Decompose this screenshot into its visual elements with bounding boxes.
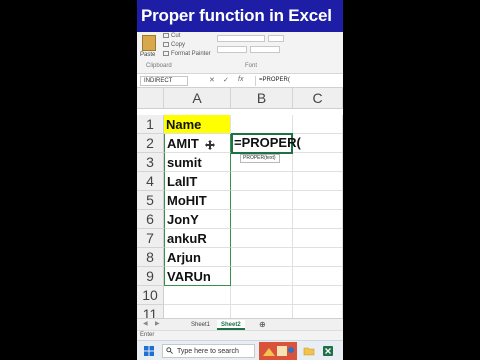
cell-a3[interactable]: sumit [164, 153, 231, 172]
cut-button[interactable]: Cut [163, 33, 180, 39]
function-tooltip: PROPER(text) [240, 154, 280, 163]
cell-a5[interactable]: MoHIT [164, 191, 231, 210]
cell-c6[interactable] [293, 210, 343, 229]
cell-b2-formula: =PROPER( [234, 135, 301, 150]
row-header-7[interactable]: 7 [137, 229, 164, 248]
cell-c4[interactable] [293, 172, 343, 191]
tab-scroll-right-icon[interactable]: ▶ [155, 320, 160, 327]
cell-c3[interactable] [293, 153, 343, 172]
cell-a2[interactable]: AMIT [164, 134, 231, 153]
font-group-label: Font [245, 63, 258, 69]
column-header-b[interactable]: B [231, 88, 293, 109]
copy-label: Copy [171, 42, 186, 49]
clipboard-group-label: Clipboard [146, 63, 172, 69]
cell-c7[interactable] [293, 229, 343, 248]
cell-b4[interactable] [231, 172, 293, 191]
paste-icon[interactable] [142, 35, 156, 51]
banner-title: Proper function in Excel [141, 6, 332, 25]
font-name-dropdown[interactable] [217, 35, 265, 42]
worksheet-grid: A B C 1 2 3 4 5 6 7 8 9 10 11 Name AMIT … [137, 88, 343, 324]
enter-icon[interactable]: ✓ [223, 76, 229, 84]
windows-start-icon[interactable] [144, 346, 154, 356]
cell-c9[interactable] [293, 267, 343, 286]
format-painter-label: Format Painter [171, 51, 211, 58]
row-header-5[interactable]: 5 [137, 191, 164, 210]
copy-icon [163, 42, 169, 47]
cell-a8[interactable]: Arjun [164, 248, 231, 267]
column-header-c[interactable]: C [293, 88, 343, 109]
sheet-tabs-bar: ◀ ▶ Sheet1 Sheet2 ⊕ [137, 318, 343, 330]
add-sheet-button[interactable]: ⊕ [255, 320, 270, 330]
paste-button[interactable]: Paste [140, 52, 155, 58]
cell-c10[interactable] [293, 286, 343, 305]
insert-function-icon[interactable]: fx [238, 76, 243, 83]
cell-a10[interactable] [164, 286, 231, 305]
brush-icon [163, 51, 169, 56]
formula-input[interactable]: =PROPER( [255, 76, 341, 86]
file-explorer-icon[interactable] [303, 345, 315, 357]
cell-c5[interactable] [293, 191, 343, 210]
title-banner: Proper function in Excel [137, 0, 343, 32]
cancel-icon[interactable]: ✕ [209, 76, 215, 84]
tab-sheet1[interactable]: Sheet1 [187, 320, 214, 330]
row-header-2[interactable]: 2 [137, 134, 164, 153]
search-icon [166, 347, 173, 354]
font-style-buttons[interactable] [217, 46, 247, 53]
formula-bar: INDIRECT ✕ ✓ fx =PROPER( [137, 74, 343, 88]
taskbar: Type here to search [137, 340, 343, 360]
cell-b5[interactable] [231, 191, 293, 210]
cell-a6[interactable]: JonY [164, 210, 231, 229]
row-header-6[interactable]: 6 [137, 210, 164, 229]
cell-b7[interactable] [231, 229, 293, 248]
copy-button[interactable]: Copy [163, 42, 185, 48]
scissors-icon [163, 33, 169, 38]
font-size-dropdown[interactable] [268, 35, 284, 42]
cell-a4[interactable]: LalIT [164, 172, 231, 191]
tab-scroll-left-icon[interactable]: ◀ [143, 320, 148, 327]
cell-b9[interactable] [231, 267, 293, 286]
row-header-8[interactable]: 8 [137, 248, 164, 267]
select-all-corner[interactable] [137, 88, 164, 109]
cell-b10[interactable] [231, 286, 293, 305]
status-bar: Enter [137, 330, 343, 340]
cut-label: Cut [171, 33, 181, 40]
status-mode: Enter [140, 332, 155, 338]
cell-b6[interactable] [231, 210, 293, 229]
cell-a9[interactable]: VARUn [164, 267, 231, 286]
cell-b8[interactable] [231, 248, 293, 267]
row-header-9[interactable]: 9 [137, 267, 164, 286]
row-header-10[interactable]: 10 [137, 286, 164, 305]
row-header-1[interactable]: 1 [137, 115, 164, 134]
name-box[interactable]: INDIRECT [140, 76, 188, 86]
cell-b1[interactable] [231, 115, 293, 134]
move-cursor-icon [205, 140, 215, 150]
fill-color-buttons[interactable] [250, 46, 280, 53]
excel-window: Proper function in Excel Paste Cut Copy … [137, 0, 343, 360]
cell-c1[interactable] [293, 115, 343, 134]
row-header-3[interactable]: 3 [137, 153, 164, 172]
cell-c8[interactable] [293, 248, 343, 267]
cell-a1-header[interactable]: Name [164, 115, 231, 134]
ribbon: Paste Cut Copy Format Painter Clipboard … [137, 32, 343, 74]
format-painter-button[interactable]: Format Painter [163, 51, 211, 57]
row-header-4[interactable]: 4 [137, 172, 164, 191]
tab-sheet2[interactable]: Sheet2 [217, 320, 245, 330]
cell-a7[interactable]: ankuR [164, 229, 231, 248]
column-header-a[interactable]: A [164, 88, 231, 109]
excel-app-icon[interactable] [322, 345, 334, 357]
search-highlight-image[interactable] [259, 342, 297, 360]
taskbar-search-input[interactable]: Type here to search [162, 344, 255, 358]
